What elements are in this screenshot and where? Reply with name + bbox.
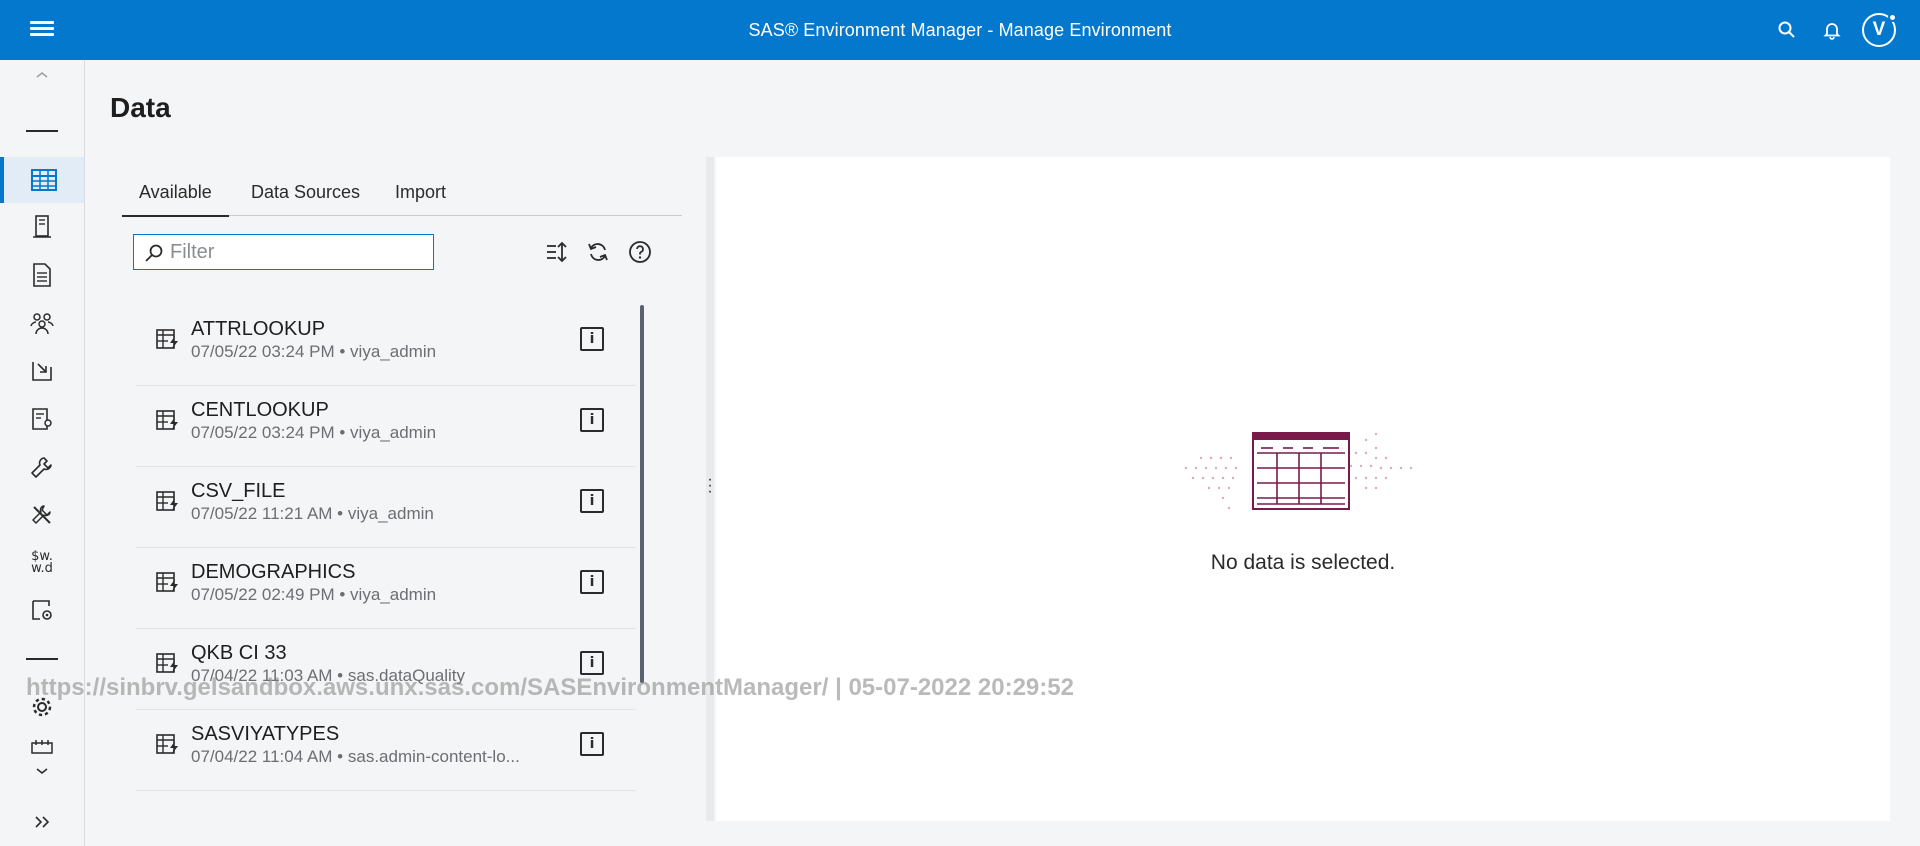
report-settings-icon <box>32 408 52 430</box>
server-icon <box>33 215 51 238</box>
expand-nav-icon[interactable] <box>0 802 84 842</box>
search-icon[interactable] <box>1773 16 1801 44</box>
bell-icon[interactable] <box>1818 16 1846 44</box>
app-header: SAS® Environment Manager - Manage Enviro… <box>0 0 1920 60</box>
refresh-icon[interactable] <box>583 237 613 267</box>
tab-available[interactable]: Available <box>122 182 229 217</box>
nav-item-servers[interactable] <box>0 204 84 250</box>
table-name: ATTRLOOKUP <box>191 318 326 340</box>
chevron-up-icon[interactable] <box>0 60 84 90</box>
empty-table-illustration-icon <box>1184 432 1413 510</box>
table-name: CSV_FILE <box>191 480 286 502</box>
nav-item-schedule[interactable] <box>0 732 84 762</box>
table-lightning-icon <box>156 734 178 754</box>
table-lightning-icon <box>156 653 178 673</box>
nav-item-import[interactable] <box>0 348 84 394</box>
nav-divider <box>26 130 58 132</box>
table-lightning-icon <box>156 491 178 511</box>
info-icon[interactable]: i <box>580 327 604 351</box>
formats-icon-bottom: w.d <box>31 561 53 576</box>
info-icon[interactable]: i <box>580 408 604 432</box>
nav-item-users[interactable] <box>0 300 84 346</box>
chevron-down-icon[interactable] <box>0 760 84 782</box>
avatar-initial: V <box>1872 19 1886 40</box>
document-gear-icon <box>32 600 52 620</box>
list-item[interactable]: CSV_FILE 07/05/22 11:21 AM • viya_admin … <box>136 467 636 548</box>
nav-item-reports[interactable] <box>0 396 84 442</box>
list-item[interactable]: DEMOGRAPHICS 07/05/22 02:49 PM • viya_ad… <box>136 548 636 629</box>
table-list: ATTRLOOKUP 07/05/22 03:24 PM • viya_admi… <box>136 305 636 791</box>
tools-icon <box>32 505 51 524</box>
pane-splitter[interactable]: · · · <box>706 157 714 821</box>
list-item[interactable]: QKB CI 33 07/04/22 11:03 AM • sas.dataQu… <box>136 629 636 710</box>
search-icon <box>145 244 163 262</box>
list-scrollbar[interactable] <box>640 305 644 683</box>
nav-item-data[interactable] <box>0 157 84 203</box>
left-nav-rail: $w. w.d <box>0 60 85 846</box>
formats-icon: $w. w.d <box>31 550 53 576</box>
info-icon[interactable]: i <box>580 732 604 756</box>
info-icon[interactable]: i <box>580 651 604 675</box>
table-grid-icon <box>31 169 57 191</box>
drag-handle-icon: · · · <box>707 471 713 500</box>
nav-item-settings[interactable] <box>0 684 84 730</box>
info-icon[interactable]: i <box>580 489 604 513</box>
table-meta: 07/04/22 11:04 AM • sas.admin-content-lo… <box>191 747 520 766</box>
page-title: Data <box>110 92 171 123</box>
table-lightning-icon <box>156 572 178 592</box>
table-name: SASVIYATYPES <box>191 723 340 745</box>
table-meta: 07/05/22 03:24 PM • viya_admin <box>191 342 437 361</box>
gear-icon <box>32 697 52 717</box>
wrench-icon <box>31 457 52 478</box>
document-icon <box>33 263 51 287</box>
filter-input[interactable] <box>170 239 420 265</box>
table-meta: 07/05/22 03:24 PM • viya_admin <box>191 423 437 442</box>
import-icon <box>32 362 52 381</box>
table-meta: 07/05/22 02:49 PM • viya_admin <box>191 585 437 604</box>
list-item[interactable]: SASVIYATYPES 07/04/22 11:04 AM • sas.adm… <box>136 710 636 791</box>
app-title: SAS® Environment Manager - Manage Enviro… <box>748 20 1172 40</box>
sort-icon[interactable] <box>541 237 571 267</box>
calendar-icon <box>31 740 53 754</box>
tab-data-sources[interactable]: Data Sources <box>251 182 360 203</box>
table-lightning-icon <box>156 410 178 430</box>
detail-pane: No data is selected. <box>716 157 1890 821</box>
empty-state-message: No data is selected. <box>1210 551 1396 574</box>
users-icon <box>30 313 54 335</box>
tab-bar: Available Data Sources Import <box>122 172 682 217</box>
nav-item-jobs[interactable] <box>0 588 84 634</box>
nav-divider <box>26 658 58 660</box>
avatar-status-dot <box>1888 13 1897 22</box>
table-lightning-icon <box>156 329 178 349</box>
nav-item-formats[interactable]: $w. w.d <box>0 540 84 586</box>
table-name: DEMOGRAPHICS <box>191 561 356 583</box>
table-name: QKB CI 33 <box>191 642 287 664</box>
list-item[interactable]: ATTRLOOKUP 07/05/22 03:24 PM • viya_admi… <box>136 305 636 386</box>
filter-box <box>133 234 434 270</box>
list-item[interactable]: CENTLOOKUP 07/05/22 03:24 PM • viya_admi… <box>136 386 636 467</box>
help-icon[interactable] <box>625 237 655 267</box>
nav-item-tools[interactable] <box>0 444 84 490</box>
nav-item-configuration[interactable] <box>0 492 84 538</box>
table-name: CENTLOOKUP <box>191 399 329 421</box>
info-icon[interactable]: i <box>580 570 604 594</box>
table-meta: 07/05/22 11:21 AM • viya_admin <box>191 504 434 523</box>
nav-item-content[interactable] <box>0 252 84 298</box>
user-avatar[interactable]: V <box>1862 13 1897 47</box>
tab-import[interactable]: Import <box>395 182 446 203</box>
table-meta: 07/04/22 11:03 AM • sas.dataQuality <box>191 666 466 685</box>
